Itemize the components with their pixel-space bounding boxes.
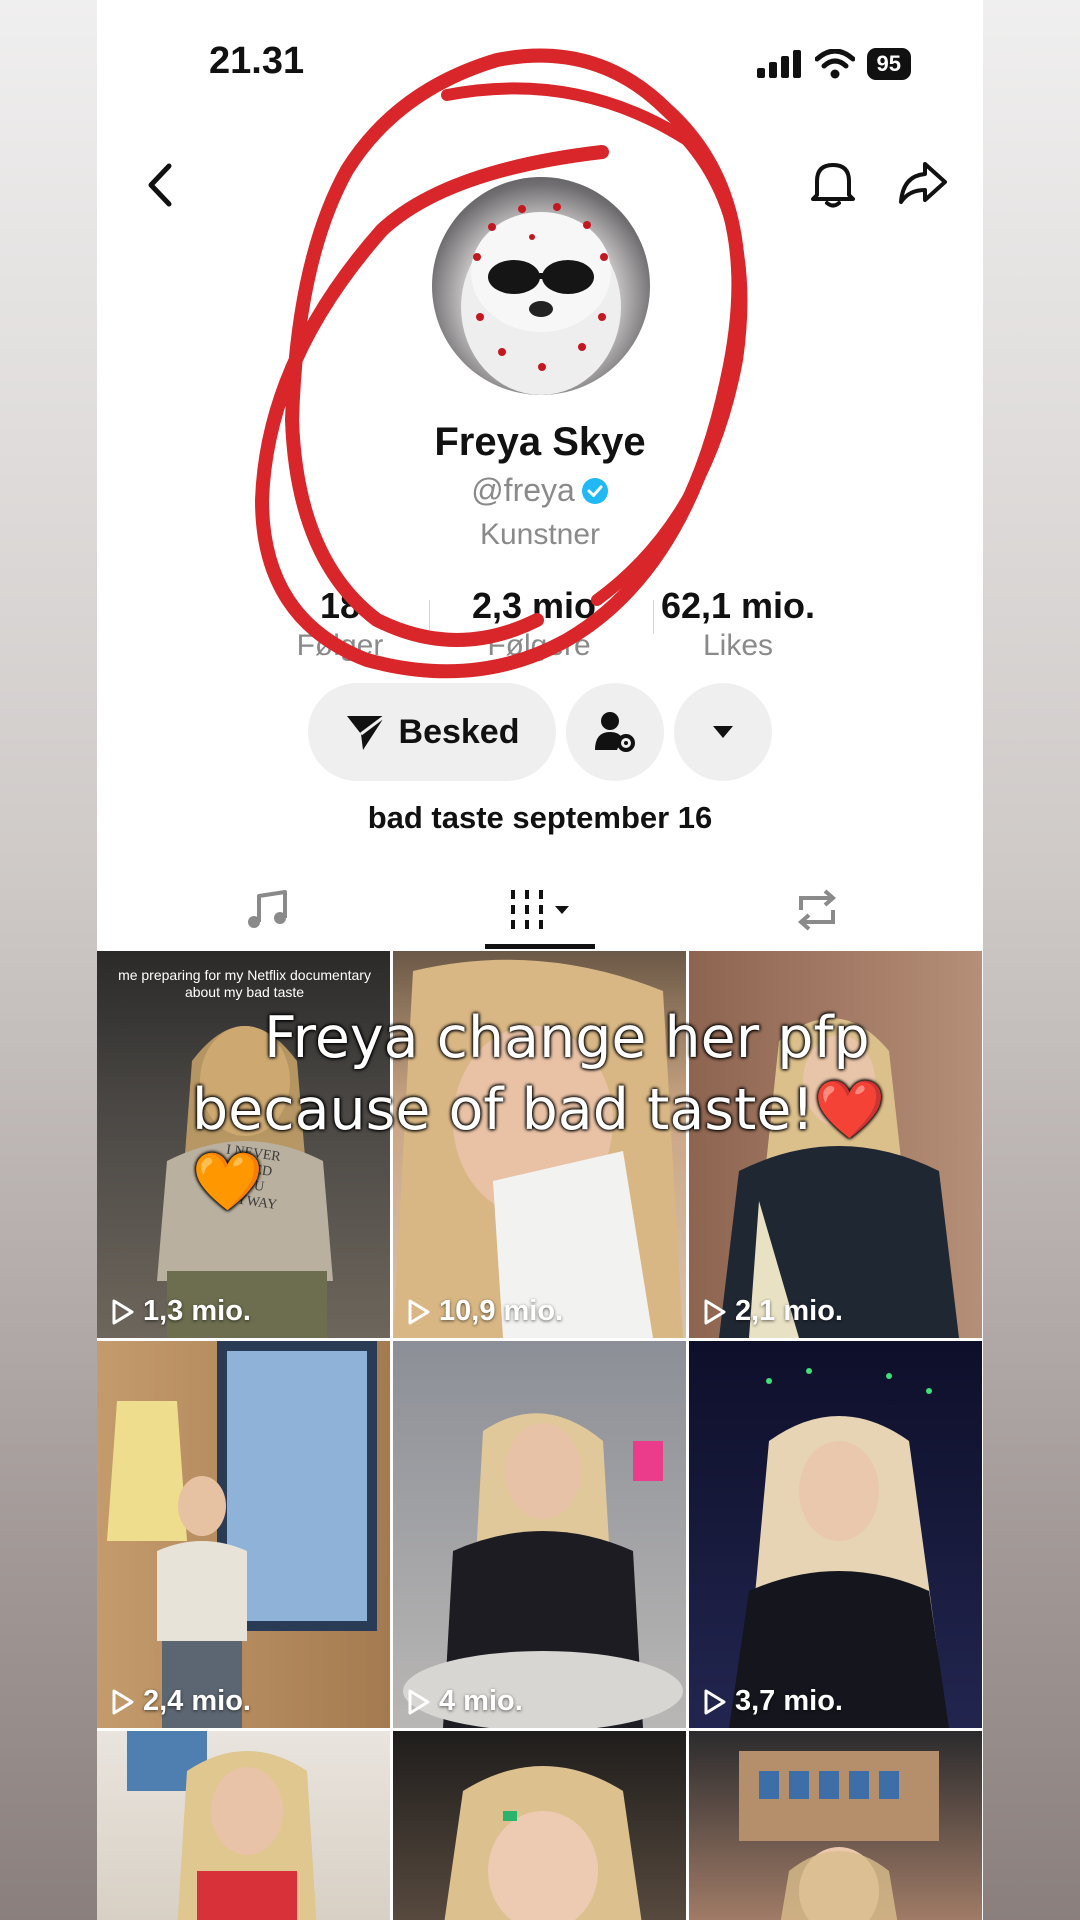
following-count: 18 (319, 585, 361, 626)
signal-icon (756, 50, 801, 78)
video-still (403, 1413, 683, 1728)
video-still (107, 1341, 377, 1728)
tab-videos[interactable] (497, 870, 587, 950)
video-thumbnail[interactable]: 4 mio. (393, 1341, 686, 1728)
followers-count: 2,3 mio. (471, 585, 607, 626)
caret-down-icon (713, 726, 733, 738)
play-icon (112, 1299, 134, 1324)
send-icon (346, 714, 386, 750)
wifi-icon (814, 49, 855, 79)
share-arrow-icon (899, 162, 947, 204)
tab-music[interactable] (227, 870, 307, 950)
bell-icon (811, 163, 855, 208)
profile-screen: 21.31 95 Freya Skye @freya Kunstner 18 F… (97, 0, 983, 1920)
view-count: 4 mio. (407, 1685, 523, 1718)
view-count-text: 2,1 mio. (735, 1295, 843, 1327)
view-count-text: 4 mio. (439, 1685, 523, 1717)
profile-tabs (97, 870, 983, 950)
likes-count: 62,1 mio. (660, 585, 816, 626)
view-count-text: 1,3 mio. (143, 1295, 251, 1327)
play-icon (704, 1299, 726, 1324)
likes-stat: 62,1 mio. Likes (638, 585, 838, 663)
profile-handle: @freya (471, 472, 575, 508)
following-stat[interactable]: 18 Følger (240, 585, 440, 663)
play-icon (408, 1299, 430, 1324)
back-button[interactable] (135, 160, 185, 210)
view-count: 1,3 mio. (111, 1295, 251, 1328)
view-count: 2,1 mio. (703, 1295, 843, 1328)
person-settings-icon (595, 712, 635, 752)
profile-name: Freya Skye (434, 420, 646, 464)
view-count-text: 10,9 mio. (439, 1295, 564, 1327)
video-thumbnail[interactable]: 3,7 mio. (689, 1341, 982, 1728)
video-thumbnail[interactable] (393, 1731, 686, 1920)
video-still (127, 1731, 317, 1920)
play-icon (408, 1689, 430, 1714)
video-still (729, 1368, 949, 1728)
suggested-accounts-button[interactable] (566, 683, 664, 781)
profile-bio: bad taste september 16 (367, 800, 713, 835)
story-overlay-caption: Freya change her pfp because of bad tast… (192, 1002, 952, 1218)
status-time: 21.31 (209, 40, 305, 82)
profile-avatar[interactable] (432, 177, 650, 395)
profile-handle-row: @freya (97, 472, 983, 509)
chevron-left-icon (148, 163, 172, 207)
followers-label: Følgere (487, 629, 591, 662)
active-tab-indicator (485, 944, 595, 949)
followers-stat[interactable]: 2,3 mio. Følgere (439, 585, 639, 663)
overlay-line-1: Freya change her pfp (264, 1005, 870, 1071)
video-still (739, 1751, 939, 1920)
battery-indicator: 95 (866, 48, 911, 80)
view-count-text: 2,4 mio. (143, 1685, 251, 1717)
profile-category: Kunstner (479, 518, 601, 551)
stats-divider (429, 600, 430, 634)
video-still (444, 1766, 642, 1920)
more-options-dropdown[interactable] (674, 683, 772, 781)
music-note-icon (248, 890, 287, 928)
view-count: 3,7 mio. (703, 1685, 843, 1718)
play-icon (112, 1689, 134, 1714)
view-count: 2,4 mio. (111, 1685, 251, 1718)
likes-label: Likes (702, 629, 774, 662)
grid-icon (511, 890, 569, 929)
video-caption: me preparing for my Netflix documentary … (118, 967, 371, 1000)
status-icons: 95 (756, 48, 911, 80)
verified-badge-icon (581, 477, 608, 504)
view-count-text: 3,7 mio. (735, 1685, 843, 1717)
dog-with-sunglasses-image (461, 203, 621, 395)
video-thumbnail[interactable] (97, 1731, 390, 1920)
notifications-button[interactable] (805, 155, 861, 211)
overlay-line-2: because of bad taste!❤️🧡 (192, 1077, 886, 1215)
repost-icon (797, 889, 837, 931)
message-button-label: Besked (398, 712, 520, 751)
view-count: 10,9 mio. (407, 1295, 563, 1328)
video-thumbnail[interactable]: 2,4 mio. (97, 1341, 390, 1728)
tab-reposts[interactable] (777, 870, 857, 950)
following-label: Følger (296, 629, 384, 662)
share-button[interactable] (895, 155, 951, 211)
message-button[interactable]: Besked (308, 683, 556, 781)
video-thumbnail[interactable] (689, 1731, 982, 1920)
play-icon (704, 1689, 726, 1714)
stats-divider (653, 600, 654, 634)
